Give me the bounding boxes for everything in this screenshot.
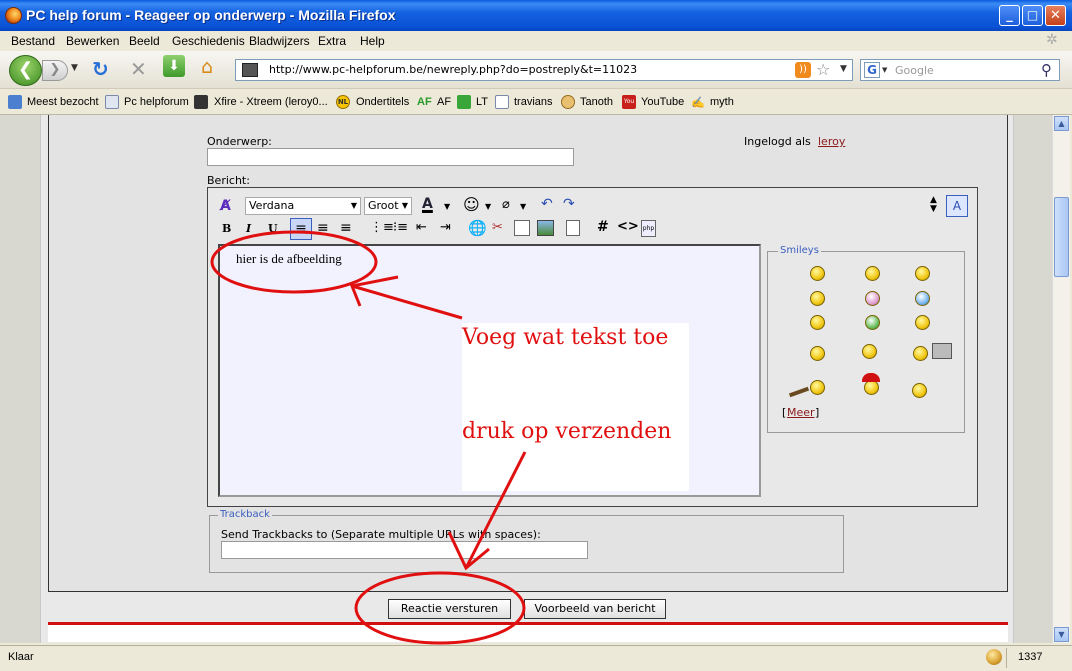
status-bar: Klaar 1337: [0, 645, 1072, 671]
annotation-arrow-send: [464, 451, 527, 569]
addon-monkey-icon[interactable]: [986, 649, 1002, 665]
annotation-ellipse-text: [210, 230, 378, 294]
status-divider: [1006, 648, 1007, 668]
annotation-arrow-text: [351, 284, 463, 320]
annotation-overlay: [210, 230, 527, 645]
status-text: Klaar: [8, 651, 34, 663]
scroll-down-button[interactable]: ▼: [1054, 627, 1069, 642]
scroll-thumb[interactable]: [1054, 197, 1069, 277]
scroll-up-button[interactable]: ▲: [1054, 116, 1069, 131]
status-count: 1337: [1018, 651, 1043, 663]
annotation-ellipse-button: [354, 571, 526, 645]
vertical-scrollbar[interactable]: ▲ ▼: [1052, 115, 1070, 643]
